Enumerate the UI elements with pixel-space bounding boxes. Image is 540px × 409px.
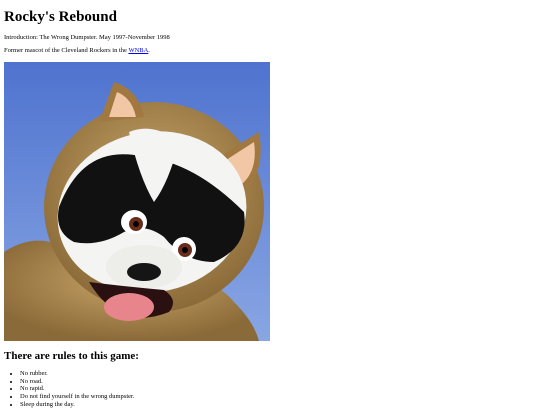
rules-list: No rubber. No road. No rapid. Do not fin… [4,370,134,409]
list-item: Do not find yourself in the wrong dumpst… [20,393,134,401]
former-mascot-text: Former mascot of the Cleveland Rockers i… [4,47,150,54]
former-prefix: Former mascot of the Cleveland Rockers i… [4,47,129,54]
nose [127,263,161,281]
tongue [104,293,154,321]
list-item: No road. [20,378,134,386]
raccoon-mascot-photo [4,62,270,341]
rules-heading: There are rules to this game: [4,350,139,362]
page-title: Rocky's Rebound [4,9,117,25]
intro-text: Introduction: The Wrong Dumpster. May 19… [4,34,170,41]
wnba-link[interactable]: WNBA [128,47,148,54]
list-item: No rapid. [20,385,134,393]
former-suffix: . [148,47,150,54]
list-item: No rubber. [20,370,134,378]
